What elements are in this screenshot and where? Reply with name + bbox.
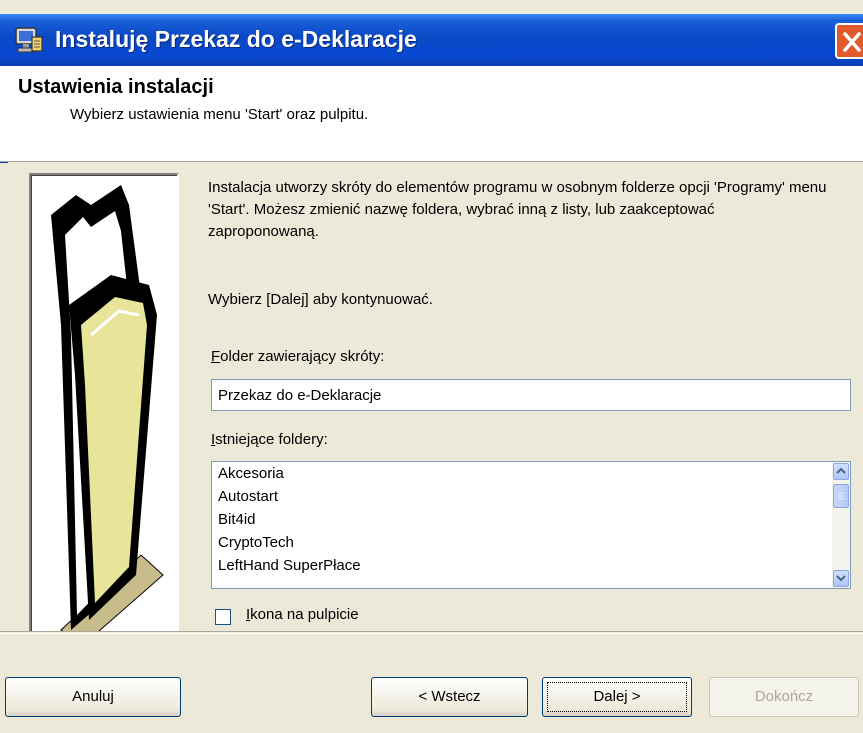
back-button[interactable]: < Wstecz (371, 677, 528, 717)
wizard-footer: Anuluj < Wstecz Dalej > Dokończ (0, 631, 863, 733)
wizard-body: Instalacja utworzy skróty do elementów p… (0, 163, 863, 648)
next-button[interactable]: Dalej > (542, 677, 692, 717)
list-item[interactable]: Bit4id (212, 508, 850, 531)
list-item[interactable]: Autostart (212, 485, 850, 508)
window-title: Instaluję Przekaz do e-Deklaracje (55, 26, 417, 52)
list-item[interactable]: CryptoTech (212, 531, 850, 554)
continue-instruction: Wybierz [Dalej] aby kontynuować. (208, 291, 433, 308)
footer-divider (0, 633, 863, 634)
close-button[interactable] (835, 23, 863, 59)
cancel-button[interactable]: Anuluj (5, 677, 181, 717)
list-scrollbar[interactable] (832, 462, 850, 588)
folder-name-input[interactable] (211, 379, 851, 411)
desktop-icon-checkbox[interactable] (215, 609, 231, 625)
existing-folders-label: Istniejące foldery: (211, 431, 328, 448)
finish-button[interactable]: Dokończ (709, 677, 859, 717)
folder-label-accesskey: F (211, 348, 221, 365)
folder-name-label: Folder zawierający skróty: (211, 348, 384, 365)
page-title: Ustawienia instalacji (18, 76, 214, 98)
wizard-header: Ustawienia instalacji Wybierz ustawienia… (0, 66, 863, 162)
existing-folders-list[interactable]: Akcesoria Autostart Bit4id CryptoTech Le… (211, 461, 851, 589)
existing-label-text: stniejące foldery: (215, 431, 328, 448)
scroll-down-button[interactable] (833, 570, 849, 587)
desktop-icon-label[interactable]: Ikona na pulpicie (246, 606, 359, 623)
description-text: Instalacja utworzy skróty do elementów p… (208, 179, 827, 240)
folder-label-text: older zawierający skróty: (220, 348, 385, 365)
scroll-thumb[interactable] (833, 484, 849, 508)
list-item[interactable]: Akcesoria (212, 462, 850, 485)
chevron-down-icon (834, 573, 848, 588)
desktop-label-text: kona na pulpicie (250, 606, 359, 623)
page-subtitle: Wybierz ustawienia menu 'Start' oraz pul… (70, 106, 369, 123)
list-item[interactable]: LeftHand SuperPłace (212, 554, 850, 577)
chevron-up-icon (834, 466, 848, 483)
focus-ring (547, 682, 687, 712)
scroll-up-button[interactable] (833, 463, 849, 480)
installer-computer-icon (14, 25, 44, 55)
title-bar[interactable]: Instaluję Przekaz do e-Deklaracje (0, 14, 863, 66)
folder-illustration (29, 173, 179, 648)
close-icon (837, 32, 863, 57)
installer-window: Instaluję Przekaz do e-Deklaracje Ustawi… (0, 0, 863, 733)
